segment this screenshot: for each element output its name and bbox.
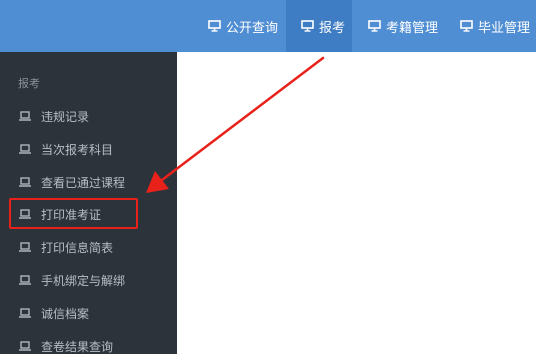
monitor-icon <box>368 20 381 32</box>
sidebar-item-label: 查看已通过课程 <box>41 175 126 190</box>
sidebar-item-label: 查卷结果查询 <box>41 339 114 354</box>
nav-label: 毕业管理 <box>478 20 531 36</box>
nav-exam-registration[interactable]: 报考 <box>286 0 352 52</box>
monitor-icon <box>301 20 314 32</box>
sidebar-item-label: 打印信息简表 <box>41 240 114 255</box>
laptop-icon <box>19 275 31 285</box>
sidebar-item-passed-courses[interactable]: 查看已通过课程 <box>0 166 177 198</box>
nav-label: 报考 <box>319 20 346 36</box>
top-nav-bar: 公开查询 报考 考籍管理 毕业管理 <box>0 0 536 52</box>
laptop-icon <box>19 242 31 252</box>
laptop-icon <box>19 308 31 318</box>
sidebar-item-label: 违规记录 <box>41 109 90 124</box>
monitor-icon <box>208 20 221 32</box>
nav-label: 公开查询 <box>226 20 279 36</box>
sidebar-item-current-subjects[interactable]: 当次报考科目 <box>0 133 177 165</box>
sidebar-item-integrity-records[interactable]: 诚信档案 <box>0 297 177 329</box>
sidebar-section-title: 报考 <box>18 77 40 90</box>
sidebar-item-violation-records[interactable]: 违规记录 <box>0 100 177 132</box>
sidebar-item-label: 手机绑定与解绑 <box>41 273 126 288</box>
sidebar-item-label: 当次报考科目 <box>41 142 114 157</box>
nav-graduation[interactable]: 毕业管理 <box>460 0 536 52</box>
sidebar-item-review-results[interactable]: 查卷结果查询 <box>0 330 177 362</box>
sidebar-item-label: 打印准考证 <box>41 207 102 222</box>
nav-student-records[interactable]: 考籍管理 <box>368 0 450 52</box>
laptop-icon <box>19 111 31 121</box>
laptop-icon <box>19 341 31 351</box>
sidebar-item-phone-binding[interactable]: 手机绑定与解绑 <box>0 264 177 296</box>
nav-label: 考籍管理 <box>386 20 439 36</box>
laptop-icon <box>19 209 31 219</box>
sidebar-item-print-admission-ticket[interactable]: 打印准考证 <box>0 198 177 230</box>
nav-public-query[interactable]: 公开查询 <box>200 0 284 52</box>
laptop-icon <box>19 144 31 154</box>
monitor-icon <box>460 20 473 32</box>
sidebar-item-label: 诚信档案 <box>41 306 90 321</box>
sidebar-item-print-info-sheet[interactable]: 打印信息简表 <box>0 231 177 263</box>
laptop-icon <box>19 177 31 187</box>
